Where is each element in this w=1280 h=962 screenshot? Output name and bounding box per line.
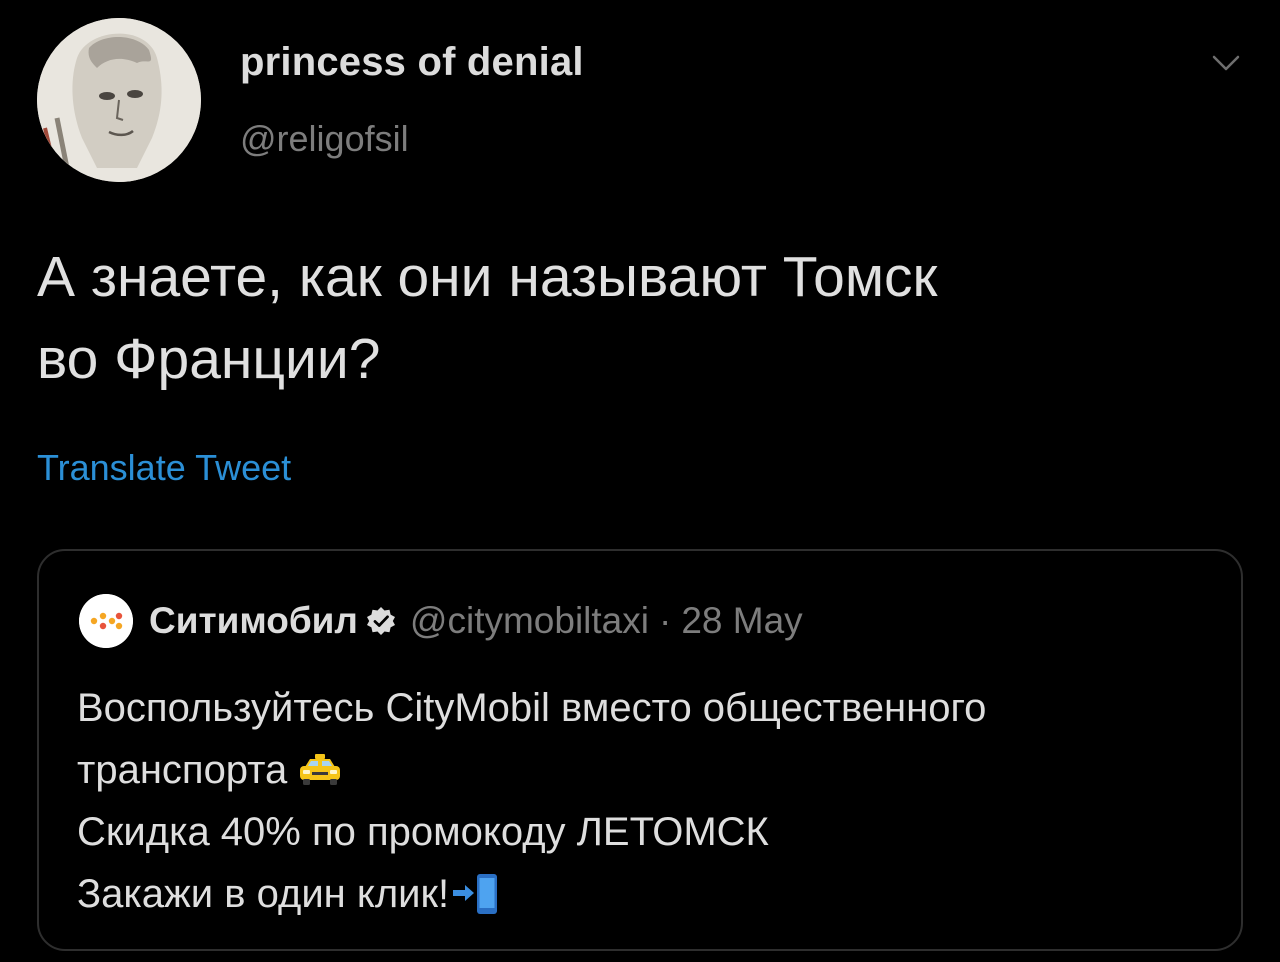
display-name[interactable]: princess of denial [240, 40, 584, 85]
quoted-text-line: Скидка 40% по промокоду ЛЕТОМСК [77, 801, 1217, 863]
user-avatar[interactable] [37, 18, 201, 182]
quoted-display-name[interactable]: Ситимобил [149, 600, 358, 642]
portrait-drawing-avatar [37, 18, 201, 182]
user-handle[interactable]: @religofsil [240, 118, 409, 160]
separator-dot: · [658, 600, 672, 641]
translate-tweet-link[interactable]: Translate Tweet [37, 447, 291, 489]
quoted-text-line-text: Скидка 40% по промокоду ЛЕТОМСК [77, 810, 769, 854]
tweet-text: А знаете, как они называют Томск во Фран… [37, 236, 1237, 400]
tweet-text-line: во Франции? [37, 327, 381, 391]
quoted-text-line-text: Закажи в один клик! [77, 872, 450, 916]
tweet-text-line: А знаете, как они называют Томск [37, 245, 938, 309]
quoted-handle[interactable]: @citymobiltaxi [410, 600, 649, 642]
quoted-tweet-header: Ситимобил @citymobiltaxi · 28 May [149, 593, 803, 649]
quoted-tweet-card[interactable]: Ситимобил @citymobiltaxi · 28 May Воспол… [37, 549, 1243, 951]
tweet: princess of denial @religofsil А знаете,… [0, 0, 1280, 962]
quoted-text-line: Закажи в один клик! [77, 863, 1217, 925]
chevron-down-icon[interactable] [1206, 48, 1246, 78]
verified-badge-icon [366, 606, 396, 636]
mobile-arrow-emoji [451, 872, 499, 916]
quoted-text-line-text: Воспользуйтесь CityMobil вместо обществе… [77, 686, 987, 730]
taxi-emoji [297, 752, 343, 788]
quoted-text-line: транспорта [77, 739, 1217, 801]
quoted-tweet-text: Воспользуйтесь CityMobil вместо обществе… [77, 677, 1217, 925]
quoted-date[interactable]: 28 May [681, 600, 802, 642]
quoted-text-line-text: транспорта [77, 748, 288, 792]
citymobil-logo[interactable] [79, 594, 133, 648]
quoted-text-line: Воспользуйтесь CityMobil вместо обществе… [77, 677, 1217, 739]
